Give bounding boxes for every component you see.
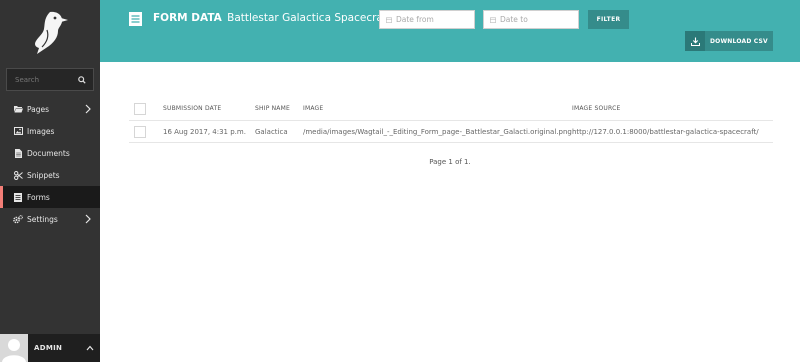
download-icon-box [685,31,705,51]
search-input[interactable] [7,69,73,90]
sidebar-item-snippets[interactable]: Snippets [0,164,100,186]
date-to-input[interactable] [500,11,578,28]
cell-ship-name: Galactica [255,127,288,136]
avatar [0,334,28,362]
form-icon [129,12,142,26]
download-csv-label: DOWNLOAD CSV [710,37,768,45]
cogs-icon [13,214,23,224]
account-name: ADMIN [34,344,63,352]
folder-open-icon [13,104,23,114]
page-title-label: FORM DATA [153,12,222,24]
sidebar-item-label: Images [27,126,55,136]
row-checkbox[interactable] [134,125,146,138]
date-from-input[interactable] [396,11,474,28]
sidebar-item-label: Documents [27,148,70,158]
sidebar-item-images[interactable]: Images [0,120,100,142]
page-title: FORM DATA Battlestar Galactica Spacecraf… [153,12,391,24]
cell-image: /media/images/Wagtail_-_Editing_Form_pag… [303,127,572,136]
sidebar-item-documents[interactable]: Documents [0,142,100,164]
table-header-row: SUBMISSION DATE SHIP NAME IMAGE IMAGE SO… [129,97,773,120]
submissions-table: SUBMISSION DATE SHIP NAME IMAGE IMAGE SO… [129,97,773,143]
account-menu[interactable]: ADMIN [0,334,100,362]
user-avatar-icon [0,334,28,362]
page-subtitle: Battlestar Galactica Spacecraft [227,12,391,24]
sidebar: Pages Images Documents Snippets Forms [0,0,100,362]
sidebar-menu: Pages Images Documents Snippets Forms Se… [0,98,100,230]
date-from-field [379,10,475,29]
download-csv-button[interactable]: DOWNLOAD CSV [685,31,773,51]
image-icon [13,126,23,136]
select-all-checkbox[interactable] [134,102,146,115]
snippet-icon [13,170,23,180]
sidebar-search [6,68,94,91]
column-header-image-source[interactable]: IMAGE SOURCE [572,105,620,112]
wagtail-logo-icon[interactable] [28,10,72,56]
calendar-icon [490,16,496,23]
cell-image-source: http://127.0.0.1:8000/battlestar-galacti… [572,127,759,136]
pagination-info: Page 1 of 1. [429,158,471,166]
sidebar-item-forms[interactable]: Forms [0,186,100,208]
sidebar-item-label: Pages [27,104,50,114]
sidebar-item-label: Settings [27,214,58,224]
page-header: FORM DATA Battlestar Galactica Spacecraf… [100,0,800,62]
download-icon [690,37,700,46]
search-icon [78,75,86,84]
column-header-image[interactable]: IMAGE [303,105,323,112]
form-icon [13,192,23,202]
sidebar-item-settings[interactable]: Settings [0,208,100,230]
document-icon [13,148,23,158]
chevron-up-icon [86,345,94,351]
column-header-submission-date[interactable]: SUBMISSION DATE [163,105,221,112]
cell-submission-date: 16 Aug 2017, 4:31 p.m. [163,127,246,136]
calendar-icon [386,16,392,23]
filter-button[interactable]: FILTER [588,10,629,29]
column-header-ship-name[interactable]: SHIP NAME [255,105,290,112]
sidebar-item-label: Forms [27,192,50,202]
search-button[interactable] [71,69,93,90]
chevron-right-icon [85,214,91,224]
date-to-field [483,10,579,29]
table-row: 16 Aug 2017, 4:31 p.m. Galactica /media/… [129,120,773,143]
sidebar-item-pages[interactable]: Pages [0,98,100,120]
sidebar-item-label: Snippets [27,170,60,180]
chevron-right-icon [85,104,91,114]
